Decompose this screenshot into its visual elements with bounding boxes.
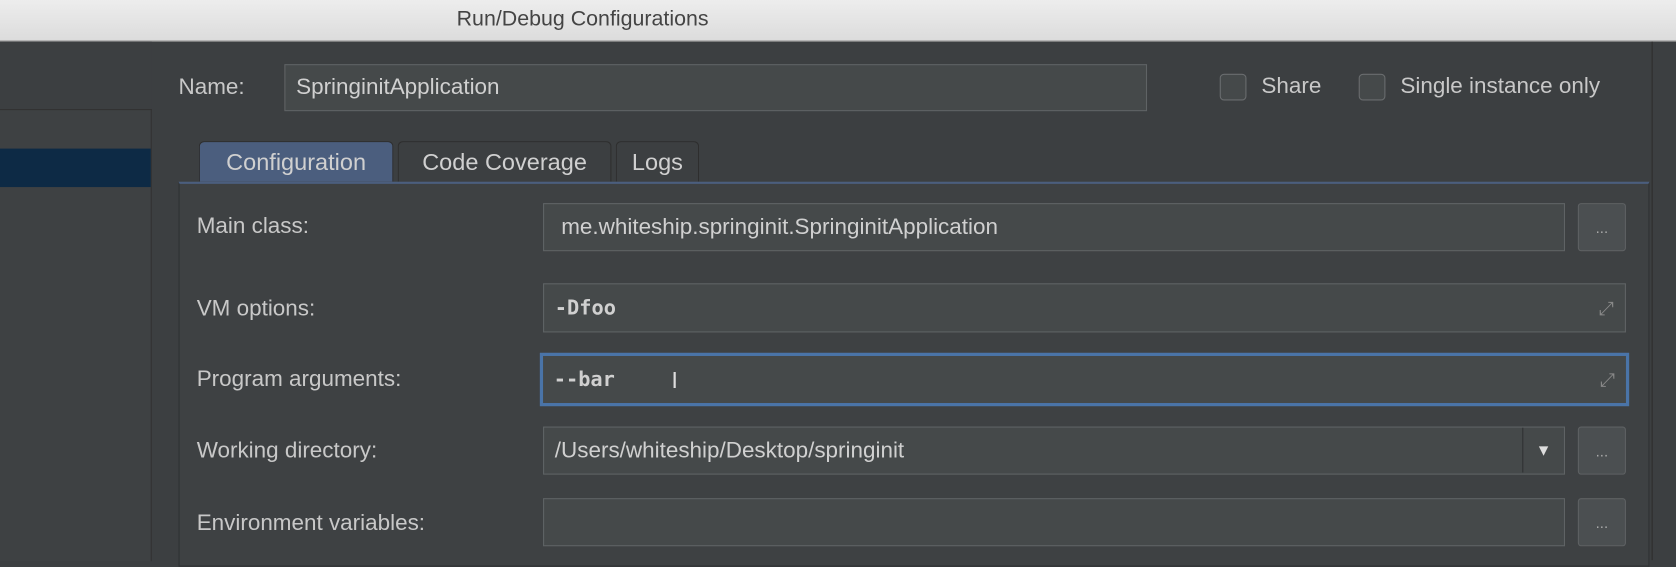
vm-options-label: VM options: [196, 296, 316, 321]
divider [1651, 41, 1653, 561]
working-directory-value: /Users/whiteship/Desktop/springinit [554, 437, 905, 463]
window-title: Run/Debug Configurations [456, 7, 709, 32]
program-arguments-label: Program arguments: [196, 366, 402, 392]
main-class-browse-button[interactable]: ... [1577, 203, 1626, 252]
main-class-input[interactable]: me.whiteship.springinit.SpringinitApplic… [543, 203, 1566, 252]
name-label: Name: [178, 74, 245, 100]
name-input[interactable]: SpringinitApplication [284, 64, 1148, 112]
share-label: Share [1261, 73, 1322, 99]
title-bar[interactable]: Run/Debug Configurations [0, 0, 1676, 42]
text-cursor-icon: I [671, 366, 678, 394]
expand-icon[interactable]: ⤢ [1600, 368, 1615, 390]
working-directory-label: Working directory: [196, 438, 378, 463]
environment-variables-input[interactable] [543, 498, 1566, 547]
single-instance-label: Single instance only [1400, 73, 1601, 99]
expand-icon[interactable]: ⤢ [1599, 297, 1614, 319]
single-instance-checkbox[interactable] [1358, 73, 1386, 101]
tab-logs[interactable]: Logs [615, 141, 700, 182]
tab-code-coverage[interactable]: Code Coverage [397, 141, 612, 182]
share-checkbox[interactable] [1219, 73, 1247, 101]
working-directory-combobox[interactable]: /Users/whiteship/Desktop/springinit ▼ [543, 426, 1566, 475]
program-arguments-input[interactable]: --bar I ⤢ [539, 352, 1630, 407]
environment-variables-label: Environment variables: [196, 510, 426, 536]
vm-options-value: -Dfoo [554, 296, 616, 320]
tab-configuration[interactable]: Configuration [198, 141, 394, 182]
selected-configuration-row[interactable] [0, 148, 151, 188]
program-arguments-value: --bar [553, 367, 615, 392]
run-debug-dialog: Run/Debug Configurations Name: Springini… [0, 0, 1676, 567]
vm-options-input[interactable]: -Dfoo ⤢ [543, 283, 1626, 333]
chevron-down-icon[interactable]: ▼ [1522, 427, 1564, 473]
main-class-label: Main class: [196, 213, 309, 239]
working-directory-browse-button[interactable]: ... [1577, 426, 1626, 475]
environment-variables-browse-button[interactable]: ... [1577, 498, 1626, 547]
